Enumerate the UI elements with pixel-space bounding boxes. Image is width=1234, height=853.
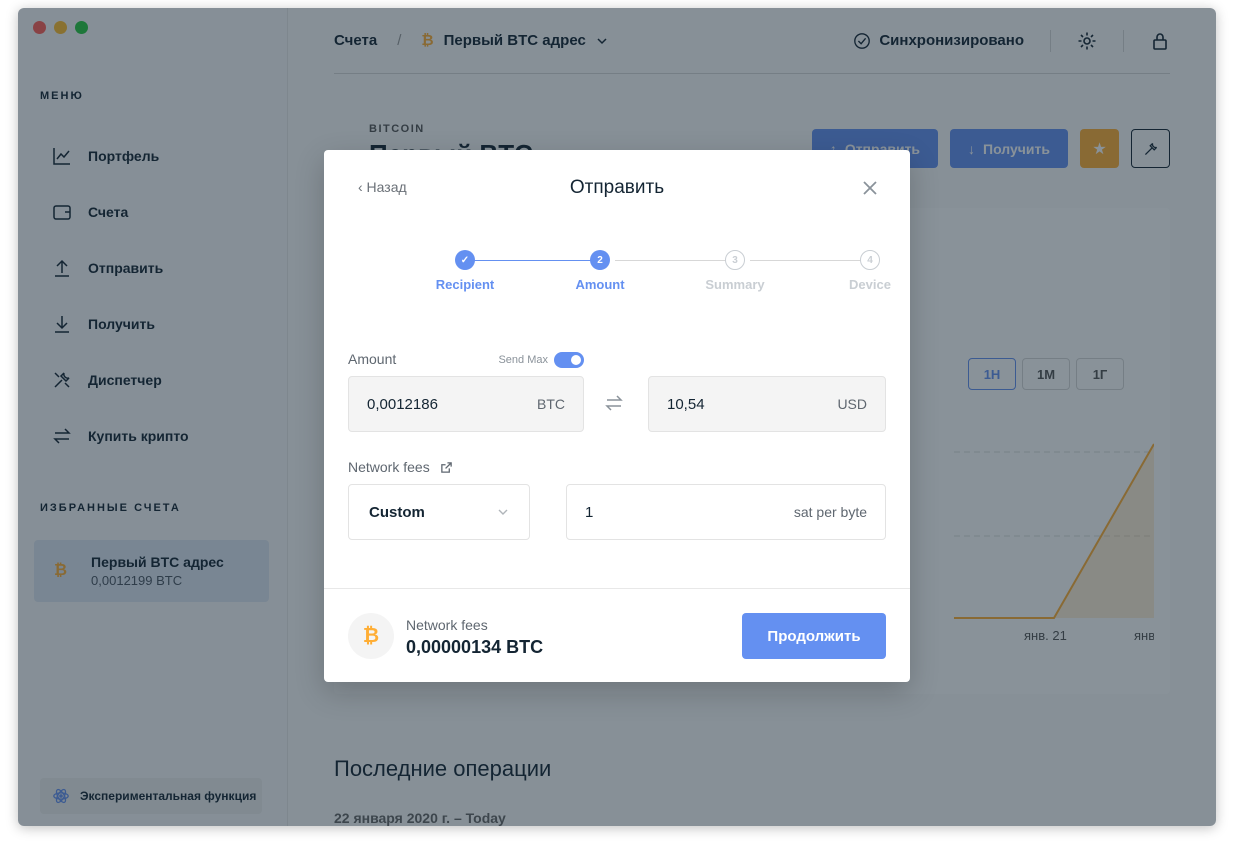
send-max: Send Max — [498, 352, 584, 368]
modal-title: Отправить — [569, 177, 665, 198]
stepper: ✓ Recipient 2 Amount 3 Summary 4 Device — [380, 250, 891, 300]
amount-fiat-input[interactable]: 10,54 USD — [648, 376, 886, 432]
amount-crypto-input[interactable]: 0,0012186 BTC — [348, 376, 584, 432]
chevron-down-icon — [498, 509, 508, 515]
check-icon: ✓ — [455, 250, 475, 270]
swap-icon — [605, 395, 623, 411]
modal-header: ‹ Назад Отправить — [324, 150, 910, 230]
amount-crypto-value: 0,0012186 — [367, 395, 438, 413]
amount-label: Amount — [348, 351, 397, 367]
step-amount: 2 Amount — [540, 250, 660, 292]
step-label: Summary — [705, 277, 765, 292]
continue-button[interactable]: Продолжить — [742, 613, 886, 659]
step-number: 3 — [725, 250, 745, 270]
send-max-toggle[interactable] — [554, 352, 584, 368]
step-label: Recipient — [435, 277, 495, 292]
step-label: Device — [849, 277, 891, 292]
network-fees-label: Network fees — [348, 459, 453, 475]
footer-fee-value: 0,00000134 BTC — [406, 637, 544, 657]
fee-mode-select[interactable]: Custom — [348, 484, 530, 540]
step-device: 4 Device — [810, 250, 930, 292]
step-number: 4 — [860, 250, 880, 270]
step-label: Amount — [575, 277, 625, 292]
send-max-label: Send Max — [498, 354, 548, 366]
send-modal: ‹ Назад Отправить ✓ Recipient 2 Amount 3… — [324, 150, 910, 682]
close-icon[interactable] — [860, 178, 880, 198]
app-window: МЕНЮ Портфель Счета Отправить Получить Д… — [18, 8, 1216, 826]
crypto-unit: BTC — [537, 396, 565, 412]
bitcoin-icon: ₿ — [348, 613, 394, 659]
footer-fee-label: Network fees — [406, 617, 488, 633]
step-number: 2 — [590, 250, 610, 270]
step-recipient: ✓ Recipient — [405, 250, 525, 292]
external-link-icon[interactable] — [440, 461, 453, 474]
amount-fiat-value: 10,54 — [667, 395, 705, 413]
fee-rate-unit: sat per byte — [793, 504, 867, 520]
fee-mode-value: Custom — [369, 503, 425, 521]
fee-rate-input[interactable]: 1 sat per byte — [566, 484, 886, 540]
modal-footer: ₿ Network fees 0,00000134 BTC Продолжить — [324, 588, 910, 682]
fiat-unit: USD — [837, 396, 867, 412]
fee-rate-value: 1 — [585, 503, 594, 521]
step-summary: 3 Summary — [675, 250, 795, 292]
network-fees-text: Network fees — [348, 459, 430, 475]
